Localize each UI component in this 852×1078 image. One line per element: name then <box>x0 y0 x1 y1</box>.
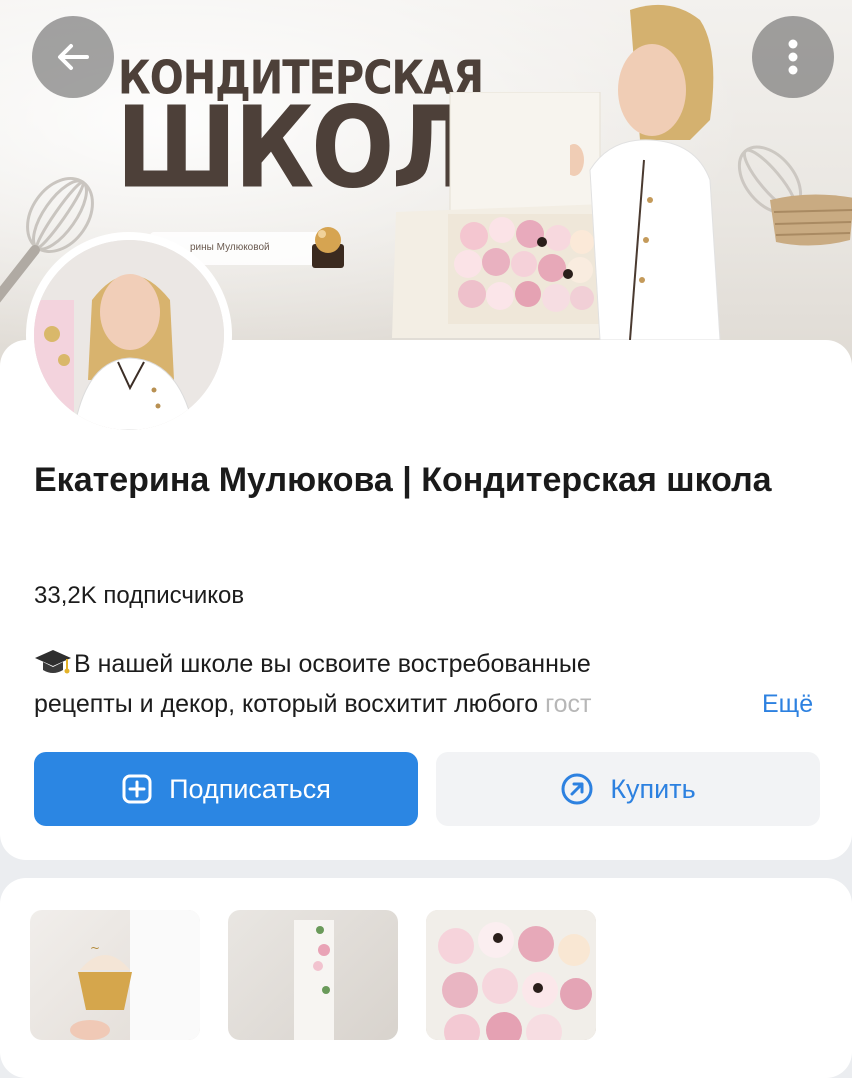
cupcake-thumbnail-image: ~ <box>70 910 200 1040</box>
basket-illustration <box>737 145 852 246</box>
description-fade: гост <box>545 690 592 718</box>
svg-text:~: ~ <box>90 941 100 955</box>
arrow-left-icon <box>58 44 89 70</box>
subscribe-button[interactable]: Подписаться <box>34 752 418 826</box>
avatar-photo <box>34 240 224 430</box>
subscribe-label: Подписаться <box>169 773 331 804</box>
arrow-up-right-circle-icon <box>561 773 593 805</box>
post-thumbnail[interactable] <box>228 910 398 1040</box>
cupcakes-box-thumbnail-image <box>426 910 596 1040</box>
buy-button[interactable]: Купить <box>436 752 820 826</box>
buy-label: Купить <box>610 773 696 804</box>
post-thumbnail[interactable] <box>426 910 596 1040</box>
back-button[interactable] <box>32 16 114 98</box>
description-line2: рецепты и декор, который восхитит любого <box>34 690 546 718</box>
profile-name: Екатерина Мулюкова | Кондитерская школа <box>34 461 772 499</box>
profile-description: В нашей школе вы освоите востребованные … <box>34 644 824 724</box>
cake-thumbnail-image <box>294 920 334 1040</box>
more-options-button[interactable] <box>752 16 834 98</box>
instructor-photo <box>570 4 721 340</box>
graduation-cap-icon <box>35 650 71 674</box>
subscriber-count: 33,2K подписчиков <box>34 582 245 609</box>
show-more-link[interactable]: Ещё <box>758 684 814 724</box>
cake-icon <box>312 227 344 268</box>
post-thumbnail[interactable]: ~ <box>30 910 200 1040</box>
more-vertical-icon <box>788 39 798 75</box>
description-line1: В нашей школе вы освоите востребованные <box>74 650 591 678</box>
plus-square-icon <box>122 774 152 804</box>
avatar[interactable] <box>26 232 232 438</box>
